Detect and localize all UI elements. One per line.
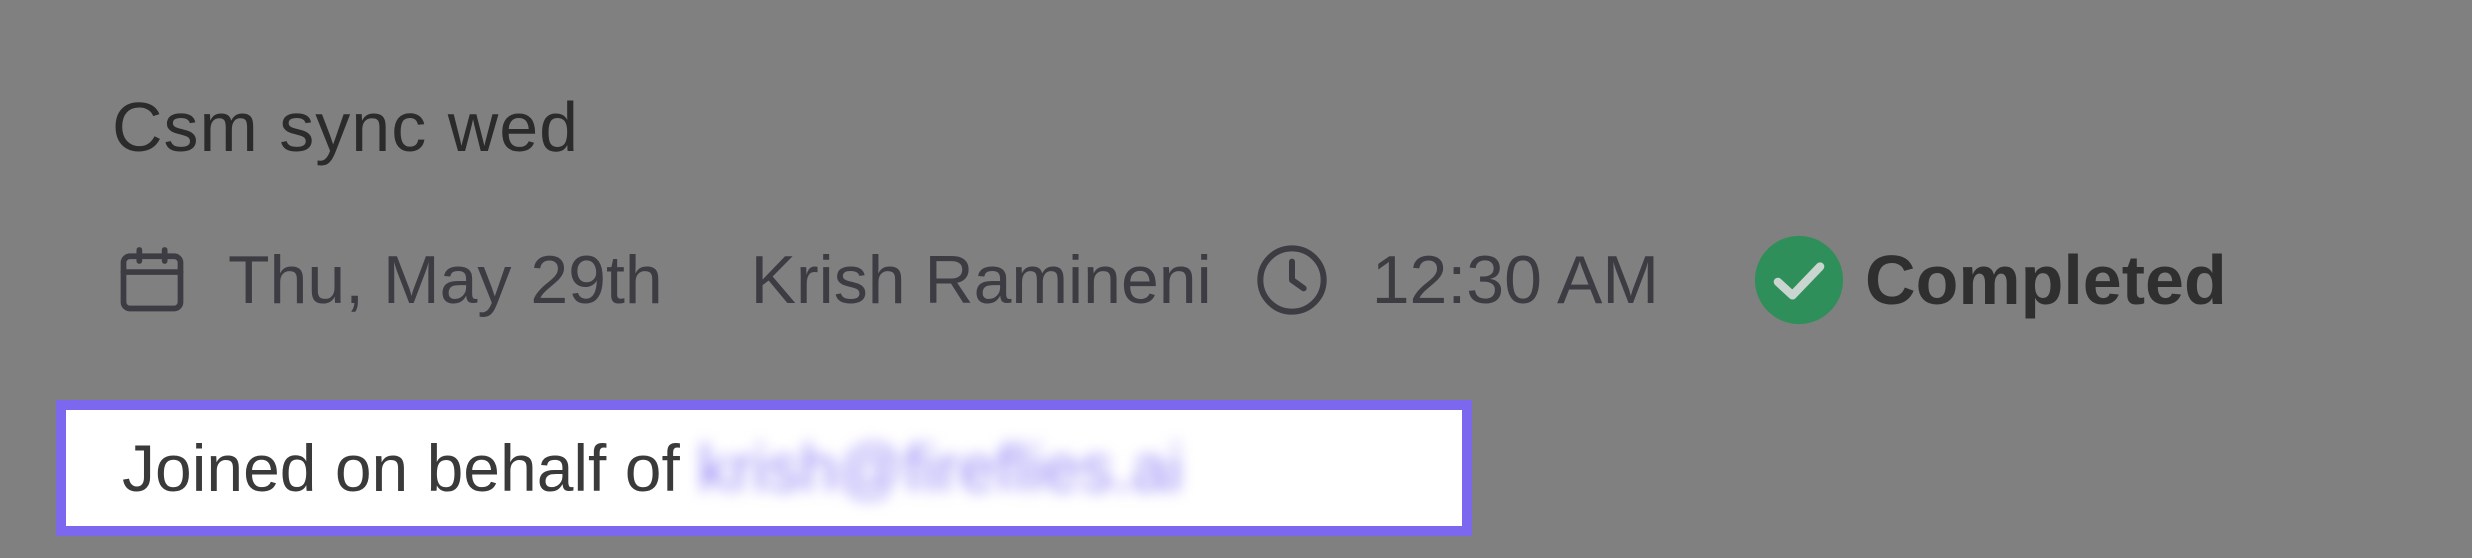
check-circle-icon	[1751, 232, 1847, 328]
meeting-card: Csm sync wed Thu, May 29th Krish Raminen…	[0, 0, 2472, 558]
joined-on-behalf-banner: Joined on behalf of krish@fireflies.ai	[56, 400, 1472, 536]
status-label: Completed	[1865, 241, 2227, 319]
clock-icon	[1252, 240, 1332, 320]
calendar-icon	[112, 240, 192, 320]
meeting-date: Thu, May 29th	[228, 242, 663, 318]
meeting-title[interactable]: Csm sync wed	[112, 82, 579, 172]
meeting-time: 12:30 AM	[1371, 242, 1660, 318]
joined-email-link[interactable]: krish@fireflies.ai	[698, 430, 1183, 506]
joined-label: Joined on behalf of	[122, 431, 680, 505]
meeting-meta-row: Thu, May 29th Krish Ramineni 12:30 AM Co…	[112, 230, 2227, 330]
meeting-owner[interactable]: Krish Ramineni	[751, 230, 1212, 330]
